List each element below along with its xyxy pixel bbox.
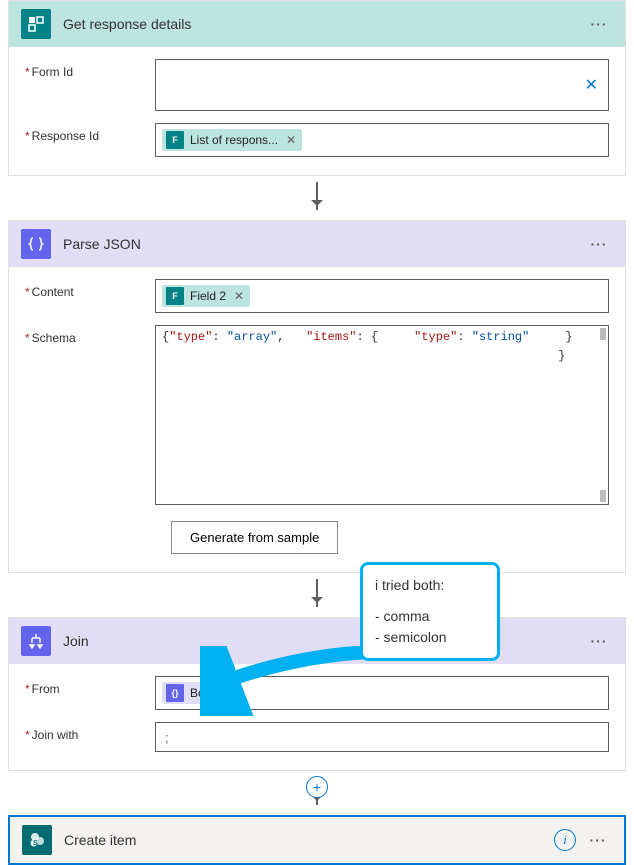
field-row-response-id: *Response Id F List of respons... ✕ (25, 123, 609, 157)
card-header[interactable]: S Create item i ··· (10, 817, 624, 863)
form-id-input[interactable]: ✕ (155, 59, 609, 111)
forms-glyph (28, 16, 44, 32)
card-menu-button[interactable]: ··· (585, 236, 613, 252)
scrollbar-thumb[interactable] (600, 328, 606, 340)
field-row-schema: *Schema { "type": "array", "items": { "t… (25, 325, 609, 505)
action-card-create-item: S Create item i ··· (8, 815, 626, 865)
card-body: *Content F Field 2 ✕ *Schema { "type": "… (9, 267, 625, 572)
card-body: *Form Id ✕ *Response Id F List of respon… (9, 47, 625, 175)
action-card-get-response: Get response details ··· *Form Id ✕ *Res… (8, 0, 626, 176)
schema-input[interactable]: { "type": "array", "items": { "type": "s… (155, 325, 609, 505)
join-with-value: ; (161, 730, 169, 745)
connector-arrow (8, 573, 626, 617)
card-header[interactable]: Get response details ··· (9, 1, 625, 47)
forms-icon (21, 9, 51, 39)
add-step-button[interactable]: + (306, 776, 328, 798)
token-label: Field 2 (190, 289, 226, 303)
connector-arrow: + (8, 771, 626, 815)
card-menu-button[interactable]: ··· (585, 16, 613, 32)
join-glyph (28, 633, 44, 649)
data-operation-icon (21, 229, 51, 259)
token-field-2[interactable]: F Field 2 ✕ (162, 285, 250, 307)
field-label: *Form Id (25, 59, 155, 79)
join-with-input[interactable]: ; (155, 722, 609, 752)
card-title: Create item (64, 832, 554, 848)
sharepoint-glyph: S (28, 831, 46, 849)
field-label: *Join with (25, 722, 155, 742)
card-header[interactable]: Parse JSON ··· (9, 221, 625, 267)
svg-text:S: S (33, 840, 38, 847)
generate-from-sample-button[interactable]: Generate from sample (171, 521, 338, 554)
card-menu-button[interactable]: ··· (585, 633, 613, 649)
action-card-parse-json: Parse JSON ··· *Content F Field 2 ✕ *Sch… (8, 220, 626, 573)
token-list-of-responses[interactable]: F List of respons... ✕ (162, 129, 302, 151)
field-label: *Response Id (25, 123, 155, 143)
token-remove-icon[interactable]: ✕ (286, 133, 296, 147)
clear-icon[interactable]: ✕ (585, 75, 598, 95)
card-menu-button[interactable]: ··· (584, 832, 612, 848)
field-row-form-id: *Form Id ✕ (25, 59, 609, 111)
response-id-input[interactable]: F List of respons... ✕ (155, 123, 609, 157)
field-label: *Schema (25, 325, 155, 345)
sharepoint-icon: S (22, 825, 52, 855)
forms-icon: F (166, 131, 184, 149)
card-title: Get response details (63, 16, 585, 32)
callout-line: - semicolon (375, 627, 485, 648)
card-title: Parse JSON (63, 236, 585, 252)
callout-line: - comma (375, 606, 485, 627)
forms-icon: F (166, 287, 184, 305)
info-icon[interactable]: i (554, 829, 576, 851)
annotation-arrow (200, 646, 380, 716)
field-label: *From (25, 676, 155, 696)
field-row-join-with: *Join with ; (25, 722, 609, 752)
field-row-content: *Content F Field 2 ✕ (25, 279, 609, 313)
data-operation-icon (21, 626, 51, 656)
token-label: List of respons... (190, 133, 278, 147)
content-input[interactable]: F Field 2 ✕ (155, 279, 609, 313)
token-remove-icon[interactable]: ✕ (234, 289, 244, 303)
connector-arrow (8, 176, 626, 220)
field-label: *Content (25, 279, 155, 299)
data-operation-icon: {} (166, 684, 184, 702)
braces-glyph (28, 236, 44, 252)
scrollbar-thumb[interactable] (600, 490, 606, 502)
annotation-callout: i tried both: - comma - semicolon (360, 562, 500, 661)
callout-line: i tried both: (375, 575, 485, 596)
